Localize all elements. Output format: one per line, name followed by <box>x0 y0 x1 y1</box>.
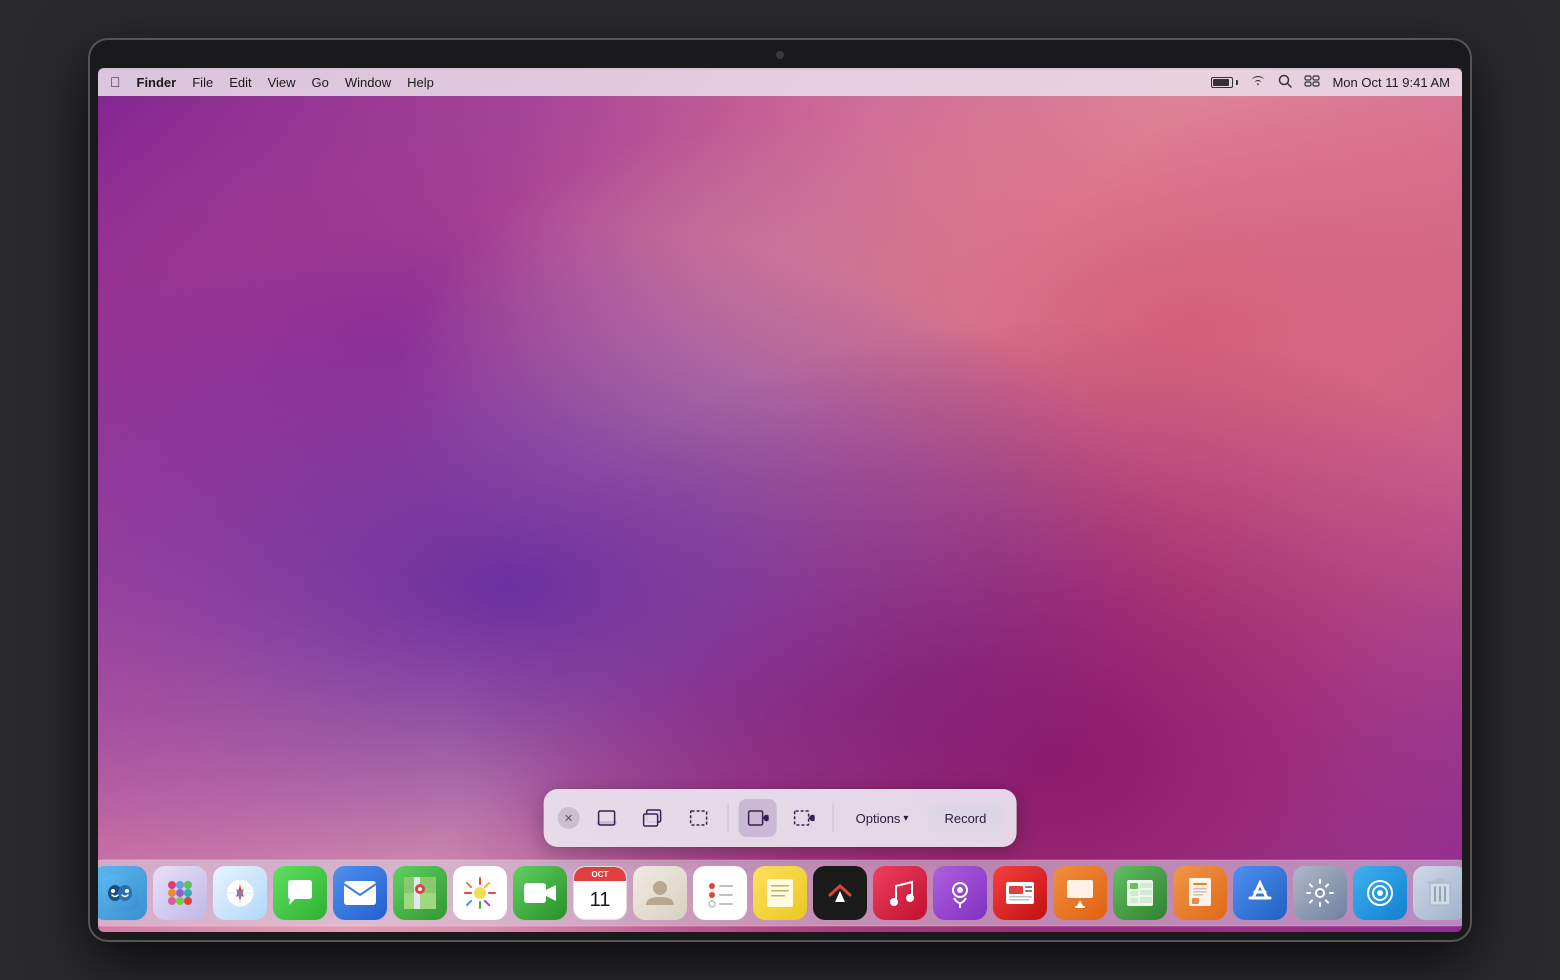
help-menu[interactable]: Help <box>407 75 434 90</box>
record-screen-button[interactable] <box>739 799 777 837</box>
menubar-right: Mon Oct 11 9:41 AM <box>1211 74 1450 91</box>
control-center-icon[interactable] <box>1304 75 1320 90</box>
dock-item-calendar[interactable]: OCT 11 <box>573 866 627 920</box>
file-menu[interactable]: File <box>192 75 213 90</box>
mac-frame:  Finder File Edit View Go Window Help <box>90 40 1470 940</box>
capture-fullscreen-button[interactable] <box>588 799 626 837</box>
dock-item-trash[interactable] <box>1413 866 1462 920</box>
options-button[interactable]: Options ▾ <box>844 804 921 833</box>
dock-item-launchpad[interactable] <box>153 866 207 920</box>
dock-item-messages[interactable] <box>273 866 327 920</box>
battery-icon <box>1211 77 1238 88</box>
datetime-display: Mon Oct 11 9:41 AM <box>1332 75 1450 90</box>
screen:  Finder File Edit View Go Window Help <box>98 68 1462 932</box>
dock-item-safari[interactable] <box>213 866 267 920</box>
dock-item-notes[interactable] <box>753 866 807 920</box>
apple-logo-icon[interactable]:  <box>110 74 121 90</box>
battery-fill <box>1213 79 1228 86</box>
dock-item-finder[interactable] <box>98 866 147 920</box>
dock-item-system-preferences[interactable] <box>1293 866 1347 920</box>
menubar:  Finder File Edit View Go Window Help <box>98 68 1462 96</box>
dock-item-photos[interactable] <box>453 866 507 920</box>
dock-item-podcasts[interactable] <box>933 866 987 920</box>
dock-item-contacts[interactable] <box>633 866 687 920</box>
go-menu[interactable]: Go <box>312 75 329 90</box>
dock: OCT 11 <box>98 860 1462 926</box>
dock-item-music[interactable] <box>873 866 927 920</box>
capture-selection-button[interactable] <box>680 799 718 837</box>
menubar-left:  Finder File Edit View Go Window Help <box>110 74 1211 90</box>
dock-item-facetime[interactable] <box>513 866 567 920</box>
close-button[interactable]: ✕ <box>558 807 580 829</box>
dock-item-pages[interactable] <box>1173 866 1227 920</box>
dock-item-news[interactable] <box>993 866 1047 920</box>
dock-item-numbers[interactable] <box>1113 866 1167 920</box>
dock-item-keynote[interactable] <box>1053 866 1107 920</box>
search-icon[interactable] <box>1278 74 1292 91</box>
capture-window-button[interactable] <box>634 799 672 837</box>
screenshot-toolbar: ✕ <box>544 789 1017 847</box>
battery-body <box>1211 77 1233 88</box>
window-menu[interactable]: Window <box>345 75 391 90</box>
record-selection-button[interactable] <box>785 799 823 837</box>
dock-item-mail[interactable] <box>333 866 387 920</box>
toolbar-separator-2 <box>833 804 834 832</box>
edit-menu[interactable]: Edit <box>229 75 251 90</box>
view-menu[interactable]: View <box>268 75 296 90</box>
battery-tip <box>1236 80 1238 85</box>
camera <box>776 51 784 59</box>
wifi-icon <box>1250 74 1266 90</box>
toolbar-separator-1 <box>728 804 729 832</box>
record-button[interactable]: Record <box>928 804 1002 833</box>
dock-item-maps[interactable] <box>393 866 447 920</box>
dock-item-appletv[interactable] <box>813 866 867 920</box>
dock-item-appstore[interactable] <box>1233 866 1287 920</box>
dock-item-reminders[interactable] <box>693 866 747 920</box>
dock-item-aircall[interactable] <box>1353 866 1407 920</box>
options-chevron-icon: ▾ <box>903 813 908 824</box>
finder-menu[interactable]: Finder <box>137 75 177 90</box>
